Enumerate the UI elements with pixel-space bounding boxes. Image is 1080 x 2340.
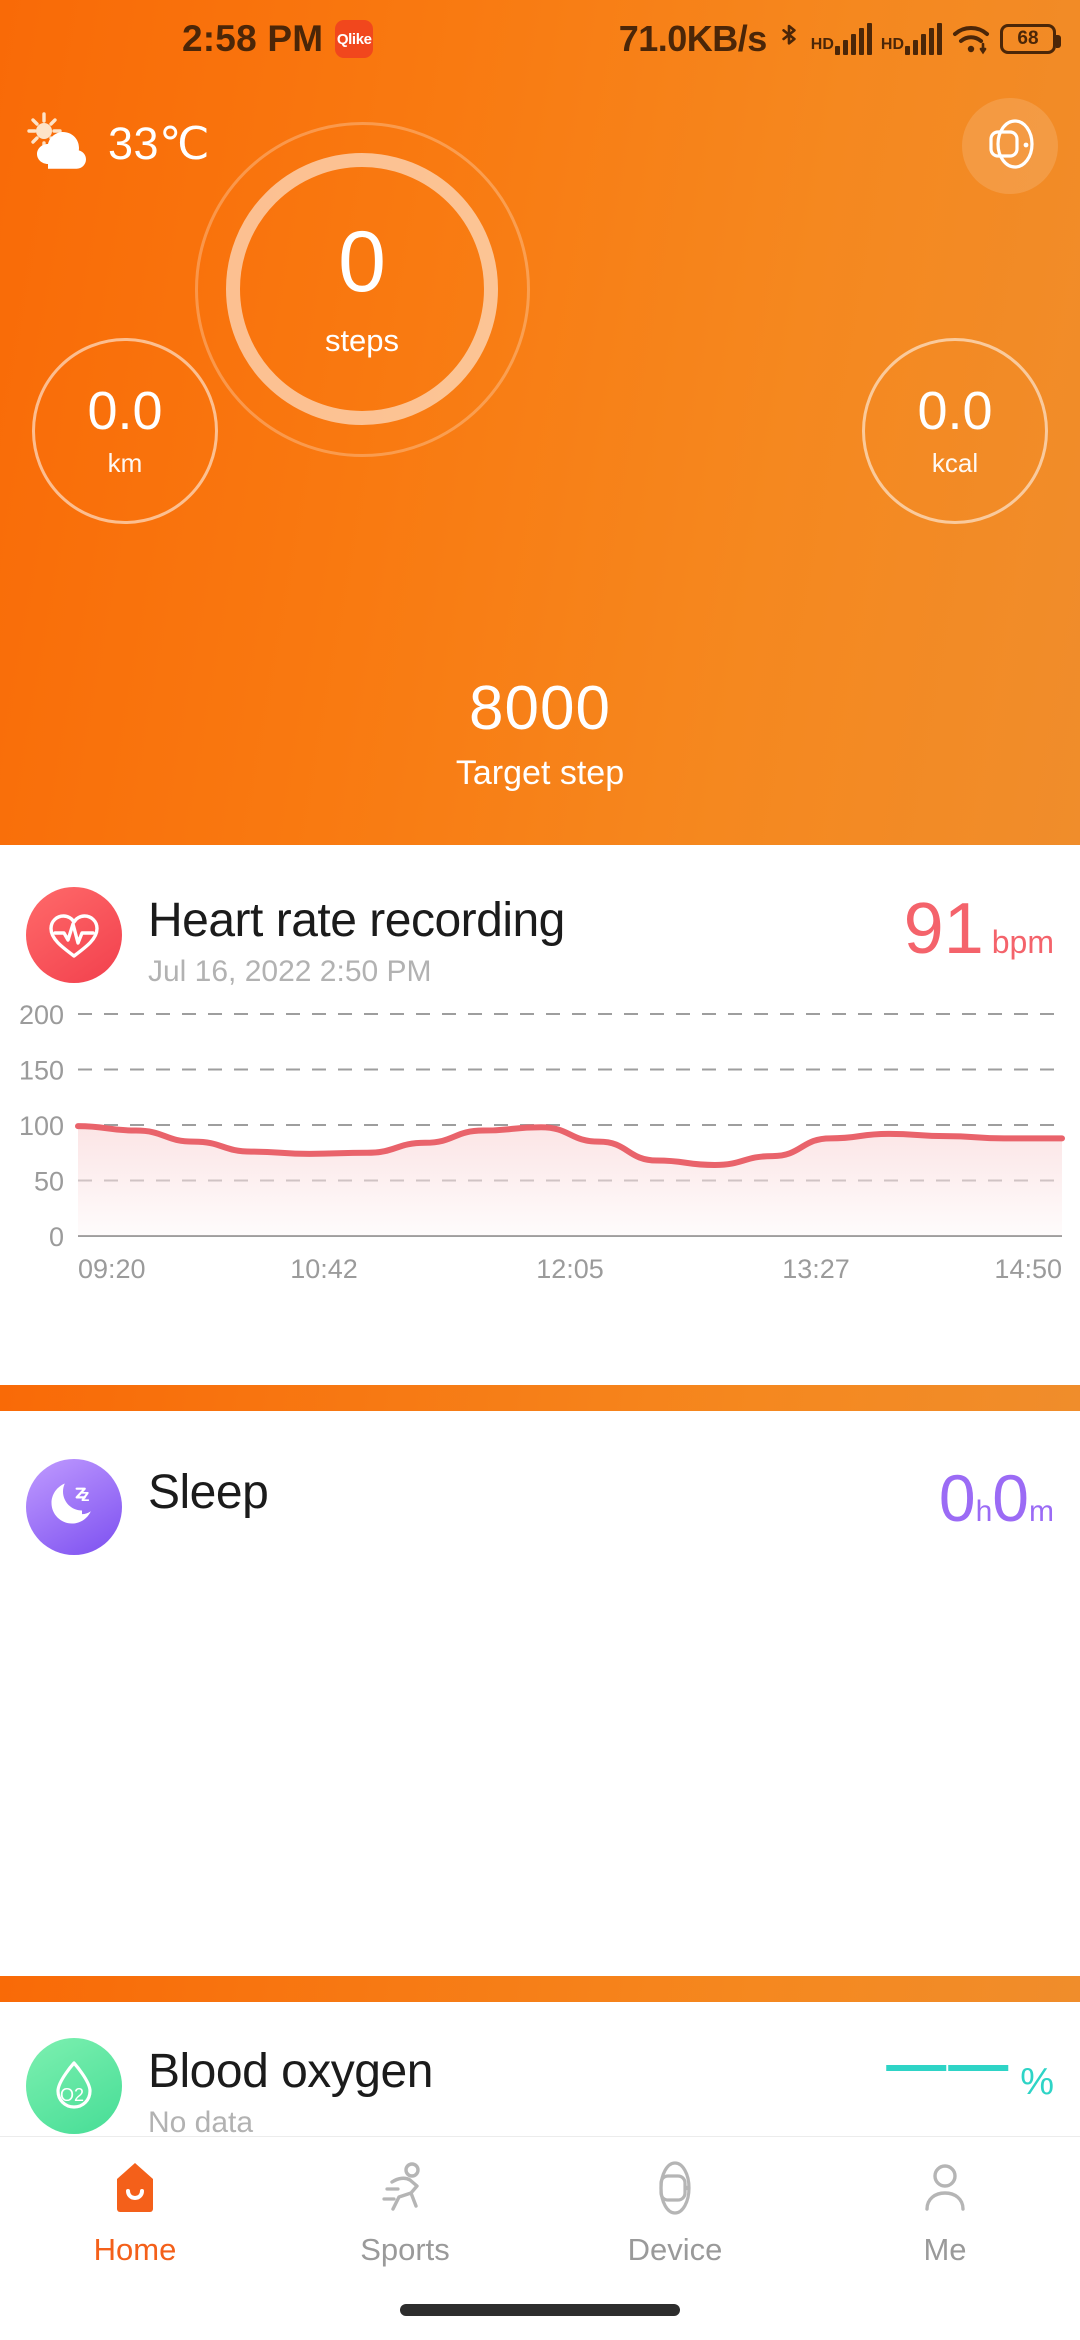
battery-level: 68 <box>1017 28 1039 49</box>
moon-z-icon: z <box>26 1459 122 1555</box>
section-divider-2 <box>0 1976 1080 2002</box>
bluetooth-icon <box>776 21 802 57</box>
distance-value: 0.0 <box>87 380 163 441</box>
heart-rate-chart-svg: 0 50 100 150 200 09:20 10:42 12:05 13:27 14:50 <box>19 1000 1065 1284</box>
calories-ring[interactable]: 0.0 kcal <box>862 338 1048 524</box>
running-icon <box>374 2157 436 2224</box>
sim2-hd-label: HD <box>880 36 904 53</box>
steps-value: 0 <box>338 214 386 310</box>
heart-rate-timestamp: Jul 16, 2022 2:50 PM <box>148 954 432 988</box>
calories-value: 0.0 <box>917 380 993 441</box>
heart-rate-reading: 91 bpm <box>904 887 1054 965</box>
watch-icon <box>644 2157 706 2224</box>
home-indicator[interactable] <box>400 2304 680 2316</box>
blood-oxygen-reading: —— % <box>886 2034 1054 2104</box>
home-icon <box>104 2157 166 2224</box>
svg-text:O2: O2 <box>60 2085 84 2105</box>
app-screen: 2:58 PM Qlike 71.0KB/s HD HD 68 33℃ 0 st… <box>0 0 1080 2340</box>
blood-drop-o2-icon: O2 <box>26 2038 122 2134</box>
blood-oxygen-card-header: O2 Blood oxygen No data —— % <box>0 2002 1080 2140</box>
steps-ring[interactable]: 0 steps <box>226 153 498 425</box>
sleep-card-header: z Sleep 0 h 0 m <box>0 1411 1080 1555</box>
nav-item-home[interactable]: Home <box>0 2137 270 2287</box>
bottom-navigation: Home Sports Device Me <box>0 2136 1080 2340</box>
nav-label-me: Me <box>923 2231 967 2267</box>
svg-text:10:42: 10:42 <box>290 1254 358 1284</box>
person-icon <box>914 2157 976 2224</box>
target-step-value: 8000 <box>469 674 611 743</box>
heart-rate-chart[interactable]: 0 50 100 150 200 09:20 10:42 12:05 13:27 14:50 <box>0 1000 1080 1300</box>
calories-label: kcal <box>931 447 979 478</box>
nav-item-sports[interactable]: Sports <box>270 2137 540 2287</box>
heart-pulse-icon <box>26 887 122 983</box>
dashboard-header: 2:58 PM Qlike 71.0KB/s HD HD 68 33℃ 0 st… <box>0 0 1080 845</box>
blood-oxygen-titles: Blood oxygen No data <box>148 2038 886 2140</box>
sleep-titles: Sleep <box>148 1459 939 1519</box>
device-shortcut-button[interactable] <box>962 98 1058 194</box>
weather-widget[interactable]: 33℃ <box>22 112 210 175</box>
sleep-minutes-unit: m <box>1029 1495 1054 1528</box>
heart-rate-unit: bpm <box>991 924 1054 960</box>
sleep-hours-unit: h <box>975 1495 993 1528</box>
svg-text:150: 150 <box>19 1056 64 1086</box>
distance-ring[interactable]: 0.0 km <box>32 338 218 524</box>
app-notification-badge: Qlike <box>335 20 374 58</box>
nav-label-device: Device <box>627 2231 723 2267</box>
sleep-card[interactable]: z Sleep 0 h 0 m <box>0 1411 1080 1976</box>
network-speed: 71.0KB/s <box>618 18 768 59</box>
sim2-signal-icon: HD <box>881 23 942 55</box>
sleep-title: Sleep <box>148 1466 269 1519</box>
wifi-icon <box>951 22 991 56</box>
svg-text:0: 0 <box>49 1222 64 1252</box>
sun-behind-cloud-icon <box>22 112 94 175</box>
heart-rate-titles: Heart rate recording Jul 16, 2022 2:50 P… <box>148 887 904 989</box>
heart-rate-card[interactable]: Heart rate recording Jul 16, 2022 2:50 P… <box>0 845 1080 1385</box>
svg-text:z: z <box>81 1486 90 1505</box>
blood-oxygen-unit: % <box>1020 2061 1054 2103</box>
blood-oxygen-subtitle: No data <box>148 2105 254 2139</box>
status-bar: 2:58 PM Qlike 71.0KB/s HD HD 68 <box>0 0 1080 78</box>
sim1-hd-label: HD <box>810 36 834 53</box>
blood-oxygen-value: —— <box>886 2030 1011 2097</box>
blood-oxygen-card[interactable]: O2 Blood oxygen No data —— % <box>0 2002 1080 2139</box>
heart-rate-value: 91 <box>903 889 984 969</box>
blood-oxygen-title: Blood oxygen <box>148 2045 433 2098</box>
heart-rate-card-header: Heart rate recording Jul 16, 2022 2:50 P… <box>0 845 1080 989</box>
heart-rate-title: Heart rate recording <box>148 894 565 947</box>
section-divider-1 <box>0 1385 1080 1411</box>
smartwatch-icon <box>981 115 1039 178</box>
status-bar-right: 71.0KB/s HD HD 68 <box>618 18 1061 60</box>
steps-label: steps <box>324 323 400 358</box>
target-step-label: Target step <box>455 754 625 792</box>
nav-label-home: Home <box>93 2231 177 2267</box>
nav-item-device[interactable]: Device <box>540 2137 810 2287</box>
svg-text:09:20: 09:20 <box>78 1254 146 1284</box>
distance-label: km <box>107 447 143 478</box>
status-bar-left: 2:58 PM Qlike <box>182 18 374 60</box>
svg-text:12:05: 12:05 <box>536 1254 604 1284</box>
battery-icon: 68 <box>1000 24 1061 54</box>
sleep-minutes: 0 <box>992 1461 1029 1535</box>
target-step-block[interactable]: 8000 Target step <box>0 678 1080 793</box>
sim1-signal-icon: HD <box>811 23 872 55</box>
weather-temperature: 33℃ <box>108 118 211 169</box>
svg-text:200: 200 <box>19 1000 64 1030</box>
sleep-reading: 0 h 0 m <box>939 1459 1054 1531</box>
svg-text:100: 100 <box>19 1111 64 1141</box>
nav-label-sports: Sports <box>360 2231 450 2267</box>
svg-text:13:27: 13:27 <box>782 1254 850 1284</box>
nav-item-me[interactable]: Me <box>810 2137 1080 2287</box>
svg-text:14:50: 14:50 <box>994 1254 1062 1284</box>
status-time: 2:58 PM <box>182 18 324 59</box>
svg-text:50: 50 <box>34 1167 64 1197</box>
sleep-hours: 0 <box>938 1461 976 1535</box>
